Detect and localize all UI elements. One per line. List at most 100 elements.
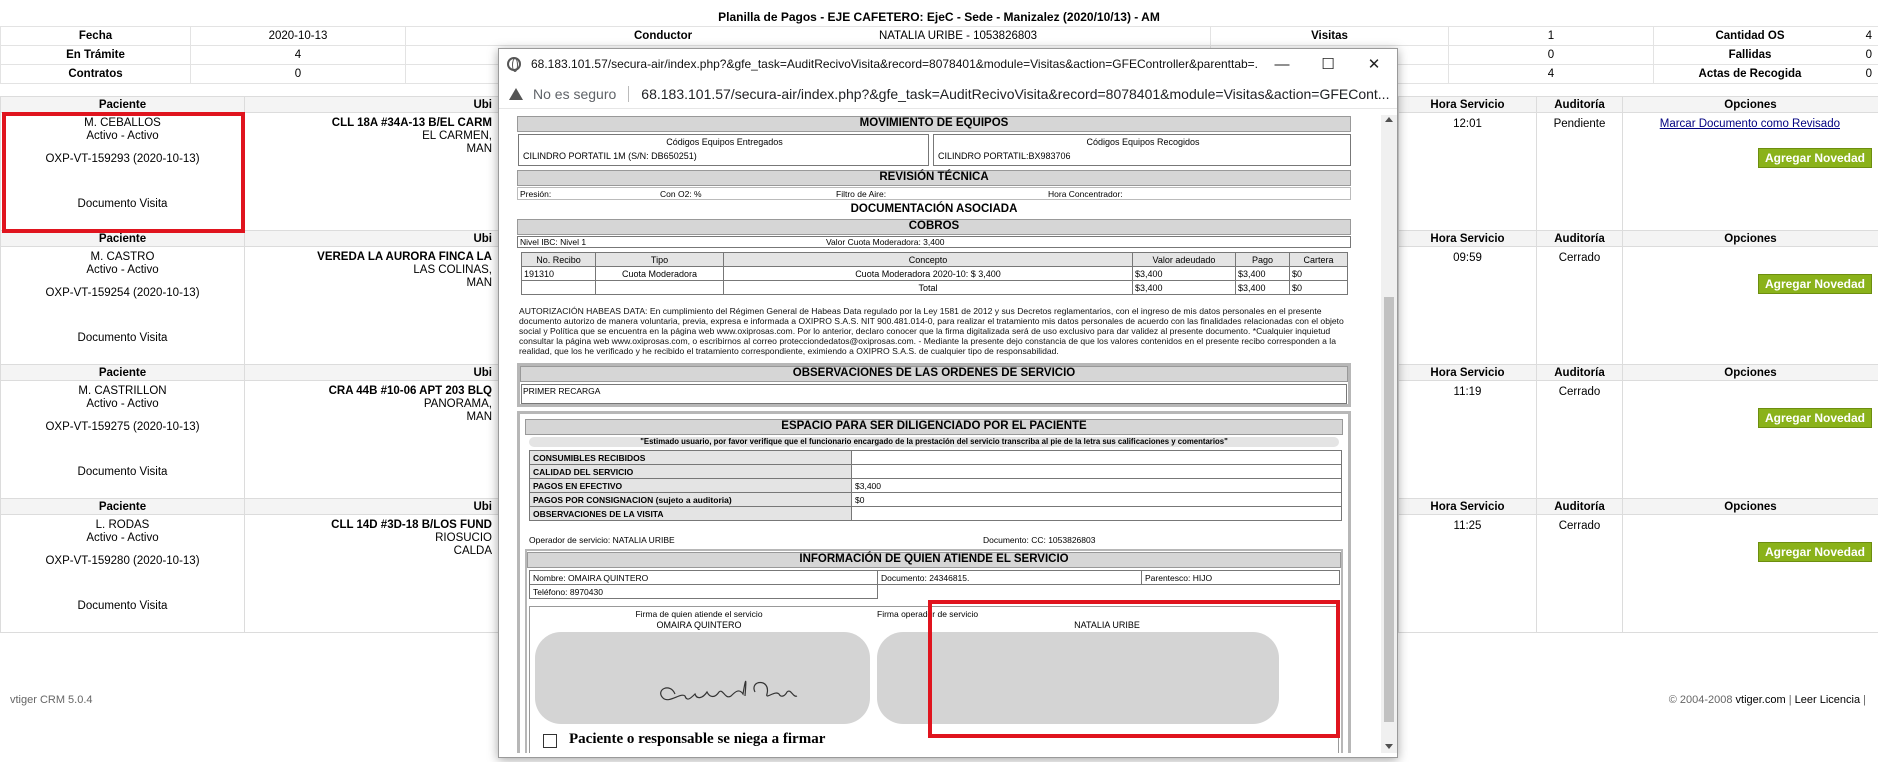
cobros-cell: $3,400	[1235, 280, 1290, 295]
col-auditoria: Auditoría	[1536, 230, 1623, 247]
cobros-cell: 191310	[521, 266, 596, 281]
nombre-atiende: Nombre: OMAIRA QUINTERO	[529, 570, 878, 585]
cobros-cell	[595, 280, 724, 295]
documento-visita-link[interactable]: Documento Visita	[7, 600, 238, 613]
operator-signature-pad[interactable]	[877, 632, 1279, 724]
patient-cell: M. CASTRO Activo - Activo OXP-VT-159254 …	[0, 246, 245, 365]
summary-label: Conductor	[634, 30, 693, 42]
paciente-table: CONSUMIBLES RECIBIDOS CALIDAD DEL SERVIC…	[529, 450, 1342, 521]
scroll-thumb[interactable]	[1384, 297, 1394, 722]
visit-code[interactable]: OXP-VT-159293 (2020-10-13)	[7, 153, 238, 166]
scroll-up-icon[interactable]	[1385, 117, 1393, 122]
patient-name[interactable]: M. CEBALLOS	[7, 117, 238, 130]
address-cell: CLL 14D #3D-18 B/LOS FUND RIOSUCIO CALDA	[244, 514, 499, 633]
patient-name[interactable]: L. RODAS	[7, 519, 238, 532]
not-secure-label[interactable]: No es seguro	[533, 86, 616, 102]
paciente-row-value[interactable]: $0	[851, 492, 1342, 507]
paciente-row-label: CALIDAD DEL SERVICIO	[529, 464, 852, 479]
paciente-row-value[interactable]	[851, 450, 1342, 465]
license-link[interactable]: Leer Licencia	[1795, 694, 1860, 706]
cobros-col: Pago	[1235, 252, 1290, 267]
patient-name[interactable]: M. CASTRILLON	[7, 385, 238, 398]
patient-status: Activo - Activo	[86, 532, 159, 544]
url-text[interactable]: 68.183.101.57/secura-air/index.php?&gfe_…	[641, 86, 1389, 102]
agregar-novedad-button[interactable]: Agregar Novedad	[1757, 274, 1872, 294]
visit-code[interactable]: OXP-VT-159280 (2020-10-13)	[7, 555, 238, 568]
niega-firmar-checkbox[interactable]	[543, 734, 557, 748]
entregados-box: Códigos Equipos Entregados CILINDRO PORT…	[518, 134, 929, 166]
documento-visita-link[interactable]: Documento Visita	[7, 198, 238, 211]
revision-box: Presión: Con O2: % Filtro de Aire: Hora …	[517, 187, 1351, 200]
scroll-down-icon[interactable]	[1385, 744, 1393, 749]
auditoria-status: Cerrado	[1536, 246, 1623, 365]
address-bar[interactable]: No es seguro 68.183.101.57/secura-air/in…	[499, 79, 1397, 109]
agregar-novedad-button[interactable]: Agregar Novedad	[1757, 148, 1872, 168]
options-cell: Marcar Documento como Revisado Agregar N…	[1622, 112, 1878, 231]
minimize-button[interactable]: —	[1259, 56, 1305, 73]
visit-code[interactable]: OXP-VT-159254 (2020-10-13)	[7, 287, 238, 300]
paciente-row-value[interactable]	[851, 506, 1342, 521]
documento-visita-link[interactable]: Documento Visita	[7, 466, 238, 479]
address-line: CLL 18A #34A-13 B/EL CARM	[331, 117, 492, 129]
col-paciente: Paciente	[0, 230, 245, 247]
address-line: CLL 14D #3D-18 B/LOS FUND	[331, 519, 492, 531]
paciente-row: OBSERVACIONES DE LA VISITA	[529, 506, 1342, 521]
entregados-header: Códigos Equipos Entregados	[666, 137, 783, 147]
patient-name[interactable]: M. CASTRO	[7, 251, 238, 264]
marcar-revisado-link[interactable]: Marcar Documento como Revisado	[1660, 118, 1840, 130]
cobros-total-label: Total	[723, 280, 1133, 295]
popup-scrollbar[interactable]	[1381, 115, 1397, 753]
summary-value: 0	[1865, 68, 1872, 80]
window-titlebar[interactable]: 68.183.101.57/secura-air/index.php?&gfe_…	[499, 49, 1397, 79]
cobros-cell: $0	[1289, 280, 1348, 295]
nivel-ibc: Nivel IBC: Nivel 1	[520, 237, 587, 247]
summary-value: 0	[1448, 45, 1654, 65]
cobros-col: Concepto	[723, 252, 1133, 267]
firma-op-nombre: NATALIA URIBE	[1074, 620, 1140, 630]
agregar-novedad-button[interactable]: Agregar Novedad	[1757, 542, 1872, 562]
paciente-row-value[interactable]	[851, 464, 1342, 479]
cobros-head-row: No. Recibo Tipo Concepto Valor adeudado …	[521, 252, 1348, 267]
address-cell: VEREDA LA AURORA FINCA LA LAS COLINAS, M…	[244, 246, 499, 365]
receipt-document: MOVIMIENTO DE EQUIPOS Códigos Equipos En…	[513, 115, 1379, 753]
movimiento-header: MOVIMIENTO DE EQUIPOS	[517, 116, 1351, 132]
hora-servicio: 11:25	[1398, 514, 1537, 633]
copyright-text: © 2004-2008	[1668, 694, 1736, 706]
col-paciente: Paciente	[0, 96, 245, 113]
address-cell: CLL 18A #34A-13 B/EL CARM EL CARMEN, MAN	[244, 112, 499, 231]
footer-separator: |	[1860, 694, 1866, 706]
cobros-col: Valor adeudado	[1132, 252, 1236, 267]
maximize-button[interactable]: ☐	[1305, 55, 1351, 73]
footer-separator: |	[1785, 694, 1795, 706]
col-auditoria: Auditoría	[1536, 498, 1623, 515]
valor-cuota: Valor Cuota Moderadora: 3,400	[826, 237, 945, 247]
info-quien-header: INFORMACIÓN DE QUIEN ATIENDE EL SERVICIO	[527, 552, 1341, 568]
patient-signature-pad[interactable]	[535, 632, 870, 724]
cobros-total-row: Total $3,400 $3,400 $0	[521, 280, 1348, 295]
espacio-header: ESPACIO PARA SER DILIGENCIADO POR EL PAC…	[525, 419, 1343, 435]
summary-label: Contratos	[0, 64, 191, 84]
telefono-atiende: Teléfono: 8970430	[529, 584, 878, 599]
cobros-col: No. Recibo	[521, 252, 596, 267]
receipt-popup-window[interactable]: 68.183.101.57/secura-air/index.php?&gfe_…	[498, 48, 1398, 758]
col-paciente: Paciente	[0, 364, 245, 381]
summary-conductor: Conductor NATALIA URIBE - 1053826803	[405, 26, 1211, 46]
footer-version: vtiger CRM 5.0.4	[10, 694, 93, 706]
col-opciones: Opciones	[1622, 230, 1878, 247]
agregar-novedad-button[interactable]: Agregar Novedad	[1757, 408, 1872, 428]
address-line: CRA 44B #10-06 APT 203 BLQ	[328, 385, 492, 397]
visit-code[interactable]: OXP-VT-159275 (2020-10-13)	[7, 421, 238, 434]
handwritten-signature	[660, 680, 798, 701]
observaciones-box: PRIMER RECARGA	[521, 384, 1347, 404]
info-row: Nombre: OMAIRA QUINTERO Documento: 24346…	[529, 570, 1340, 585]
summary-cell: Actas de Recogida 0	[1653, 64, 1878, 84]
estimado-usuario-text: "Estimado usuario, por favor verifique q…	[529, 437, 1339, 447]
documento-visita-link[interactable]: Documento Visita	[7, 332, 238, 345]
paciente-row-value[interactable]: $3,400	[851, 478, 1342, 493]
close-button[interactable]: ✕	[1351, 55, 1397, 73]
col-hora: Hora Servicio	[1398, 96, 1537, 113]
habeas-data-text: AUTORIZACIÓN HABEAS DATA: En cumplimient…	[519, 306, 1344, 356]
col-auditoria: Auditoría	[1536, 364, 1623, 381]
summary-value: 1	[1448, 26, 1654, 46]
vtiger-link[interactable]: vtiger.com	[1736, 694, 1786, 706]
